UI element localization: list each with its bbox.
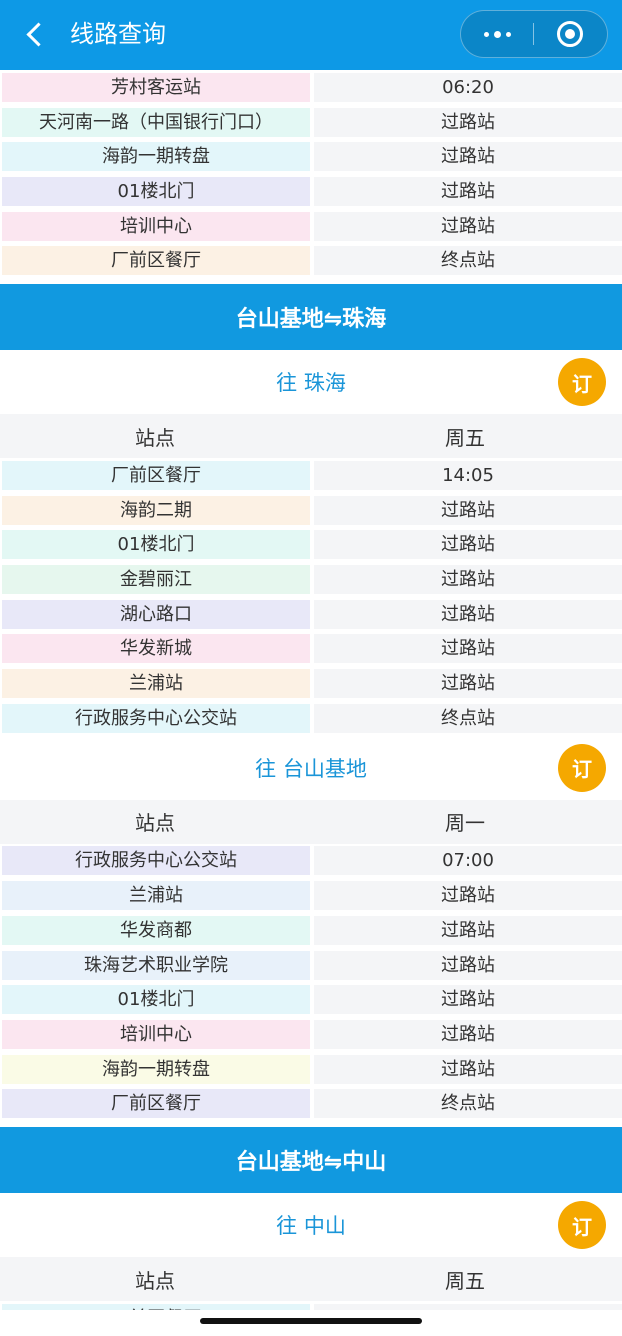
- direction-header: 往 台山基地 订: [0, 736, 622, 800]
- stop-name: 厂前区餐厅: [2, 246, 310, 276]
- stop-name: 培训中心: [2, 211, 310, 241]
- mini-program-capsule: [460, 10, 608, 58]
- stop-time: 过路站: [314, 881, 622, 911]
- close-miniprogram-icon[interactable]: [557, 21, 583, 47]
- stop-row: 兰浦站 过路站: [0, 666, 622, 701]
- stop-name: 海韵一期转盘: [2, 1054, 310, 1084]
- back-icon[interactable]: [18, 14, 52, 54]
- stop-row: 海韵一期转盘 过路站: [0, 139, 622, 174]
- stop-row: 行政服务中心公交站 终点站: [0, 701, 622, 736]
- stop-time: 06:20: [314, 72, 622, 102]
- page-title: 线路查询: [70, 20, 166, 48]
- stop-row: 海韵二期 过路站: [0, 493, 622, 528]
- route-header: 台山基地⇋珠海: [0, 284, 622, 351]
- direction-header: 往 中山 订: [0, 1193, 622, 1257]
- book-button[interactable]: 订: [558, 358, 606, 407]
- stop-name: 湖心路口: [2, 599, 310, 629]
- stop-time: 14:05: [314, 460, 622, 490]
- stop-row: 芳村客运站 06:20: [0, 70, 622, 105]
- stop-time: 终点站: [314, 703, 622, 733]
- stop-time: 07:00: [314, 846, 622, 876]
- stop-name: 天河南一路（中国银行门口）: [2, 107, 310, 137]
- stop-name: 01楼北门: [2, 985, 310, 1015]
- route-header: 台山基地⇋中山: [0, 1127, 622, 1194]
- stop-time: 终点站: [314, 1089, 622, 1119]
- stop-time: 过路站: [314, 142, 622, 172]
- direction-label: 往 台山基地: [255, 756, 367, 781]
- book-button[interactable]: 订: [558, 1201, 606, 1250]
- stop-name: 海韵二期: [2, 495, 310, 525]
- stop-row: 培训中心 过路站: [0, 1017, 622, 1052]
- stop-row: 华发新城 过路站: [0, 632, 622, 667]
- stop-name: 厂前区餐厅: [2, 1089, 310, 1119]
- stop-name: 培训中心: [2, 1019, 310, 1049]
- stop-row: 厂前区餐厅 终点站: [0, 243, 622, 278]
- book-button[interactable]: 订: [558, 743, 606, 792]
- stop-name: 兰浦站: [2, 881, 310, 911]
- stop-row: 厂前区餐厅 终点站: [0, 1086, 622, 1121]
- direction-header: 往 珠海 订: [0, 350, 622, 414]
- stop-row: 厂前区餐厅14:05: [0, 458, 622, 493]
- stop-name: 芳村客运站: [2, 72, 310, 102]
- more-icon[interactable]: [461, 11, 533, 57]
- stop-time: 过路站: [314, 1019, 622, 1049]
- stop-time: 过路站: [314, 107, 622, 137]
- stop-name: 行政服务中心公交站: [2, 703, 310, 733]
- stop-name: 海韵一期转盘: [2, 142, 310, 172]
- direction-label: 往 珠海: [276, 371, 346, 396]
- column-station: 站点: [135, 811, 175, 836]
- stop-name: 金碧丽江: [2, 565, 310, 595]
- stop-row: 海韵一期转盘 过路站: [0, 1052, 622, 1087]
- stop-name: 兰浦站: [2, 669, 310, 699]
- stop-time: 过路站: [314, 985, 622, 1015]
- stop-time: 过路站: [314, 565, 622, 595]
- stop-time: 过路站: [314, 495, 622, 525]
- column-header: 站点 周五: [0, 1257, 622, 1302]
- capsule-divider: [533, 23, 534, 45]
- stop-time: 过路站: [314, 599, 622, 629]
- stop-row: 天河南一路（中国银行门口） 过路站: [0, 105, 622, 140]
- stop-time: 过路站: [314, 530, 622, 560]
- stop-time: 过路站: [314, 634, 622, 664]
- stop-time: 过路站: [314, 211, 622, 241]
- stop-row: 湖心路口 过路站: [0, 597, 622, 632]
- column-header: 站点 周一: [0, 799, 622, 844]
- stop-name: 行政服务中心公交站: [2, 846, 310, 876]
- column-day: 周一: [445, 811, 485, 836]
- column-day: 周五: [445, 1268, 485, 1293]
- column-header: 站点 周五: [0, 414, 622, 459]
- stop-row: 01楼北门 过路站: [0, 528, 622, 563]
- route-list: 芳村客运站 06:20 天河南一路（中国银行门口） 过路站 海韵一期转盘 过路站 01楼北门…: [0, 70, 622, 1336]
- stop-time: 过路站: [314, 915, 622, 945]
- stop-time: 过路站: [314, 176, 622, 206]
- stop-row: 行政服务中心公交站 07:00: [0, 844, 622, 879]
- stop-name: 华发商都: [2, 915, 310, 945]
- stop-name: 01楼北门: [2, 176, 310, 206]
- column-station: 站点: [135, 1268, 175, 1293]
- stop-row: 珠海艺术职业学院 过路站: [0, 948, 622, 983]
- home-indicator: [200, 1318, 422, 1324]
- stop-time: 过路站: [314, 950, 622, 980]
- stop-time: 终点站: [314, 246, 622, 276]
- stop-row: 01楼北门 过路站: [0, 982, 622, 1017]
- stop-row: 兰浦站 过路站: [0, 878, 622, 913]
- stop-row: 培训中心 过路站: [0, 209, 622, 244]
- stop-name: 珠海艺术职业学院: [2, 950, 310, 980]
- stop-time: 过路站: [314, 1054, 622, 1084]
- stop-name: 华发新城: [2, 634, 310, 664]
- stop-row: 金碧丽江 过路站: [0, 562, 622, 597]
- column-station: 站点: [135, 425, 175, 450]
- stop-time: 过路站: [314, 669, 622, 699]
- stop-row: 01楼北门 过路站: [0, 174, 622, 209]
- stop-row: 华发商都 过路站: [0, 913, 622, 948]
- column-day: 周五: [445, 425, 485, 450]
- stop-name: 厂前区餐厅: [2, 460, 310, 490]
- title-bar: 线路查询: [0, 0, 622, 70]
- stop-name: 01楼北门: [2, 530, 310, 560]
- direction-label: 往 中山: [276, 1214, 346, 1239]
